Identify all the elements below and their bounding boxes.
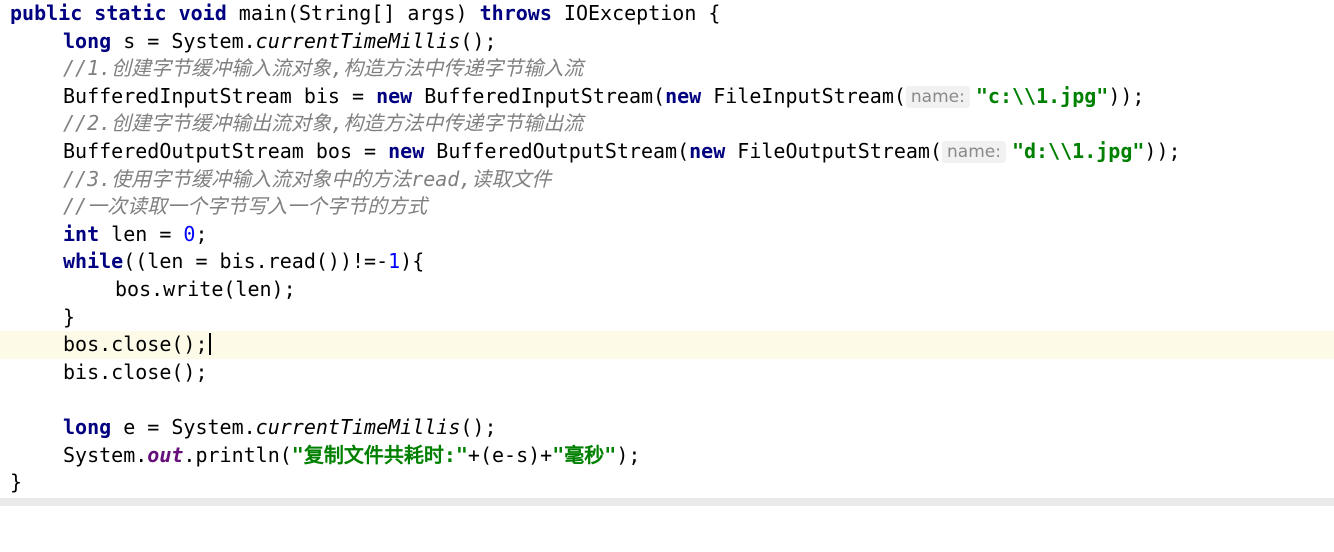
parameter-hint: name: [905,85,970,108]
code-line: //一次读取一个字节写入一个字节的方式 [0,193,1334,221]
statement: bos.close(); [63,331,211,359]
code-line: System.out.println("复制文件共耗时:"+(e-s)+"毫秒"… [0,442,1334,470]
comment: //2.创建字节缓冲输出流对象,构造方法中传递字节输出流 [63,111,584,136]
text-caret [208,333,211,356]
statement: bis.close(); [63,359,208,384]
closing-brace: } [10,470,23,495]
comment: //1.创建字节缓冲输入流对象,构造方法中传递字节输入流 [63,56,584,81]
code-line: BufferedOutputStream bos = new BufferedO… [0,138,1334,166]
closing-brace: } [63,304,76,329]
code-line: while((len = bis.read())!=-1){ [0,248,1334,276]
code-line: //2.创建字节缓冲输出流对象,构造方法中传递字节输出流 [0,110,1334,138]
code-line: bos.write(len); [0,276,1334,304]
statement: BufferedOutputStream bos = new BufferedO… [63,139,1181,163]
horizontal-scrollbar[interactable] [0,498,1334,506]
code-line: BufferedInputStream bis = new BufferedIn… [0,83,1334,111]
while-statement: while((len = bis.read())!=-1){ [63,249,425,274]
code-line: //3.使用字节缓冲输入流对象中的方法read,读取文件 [0,166,1334,194]
code-line: } [0,304,1334,332]
code-line: int len = 0; [0,221,1334,249]
code-line: } [0,469,1334,497]
parameter-hint: name: [942,141,1006,163]
comment: //3.使用字节缓冲输入流对象中的方法read,读取文件 [63,166,552,191]
statement: bos.write(len); [115,277,296,301]
code-editor[interactable]: public static void main(String[] args) t… [0,0,1334,506]
method-signature: public static void main(String[] args) t… [10,1,721,25]
code-line: public static void main(String[] args) t… [0,0,1334,28]
statement: int len = 0; [63,221,208,246]
println-statement: System.out.println("复制文件共耗时:"+(e-s)+"毫秒"… [63,442,641,467]
current-code-line: bos.close(); [0,331,1334,359]
statement: long e = System.currentTimeMillis(); [63,415,497,439]
statement: long s = System.currentTimeMillis(); [63,28,497,53]
statement: BufferedInputStream bis = new BufferedIn… [63,83,1145,108]
comment: //一次读取一个字节写入一个字节的方式 [63,194,428,219]
code-line: bis.close(); [0,359,1334,387]
code-line: long s = System.currentTimeMillis(); [0,28,1334,56]
code-line: //1.创建字节缓冲输入流对象,构造方法中传递字节输入流 [0,55,1334,83]
code-line: long e = System.currentTimeMillis(); [0,414,1334,442]
